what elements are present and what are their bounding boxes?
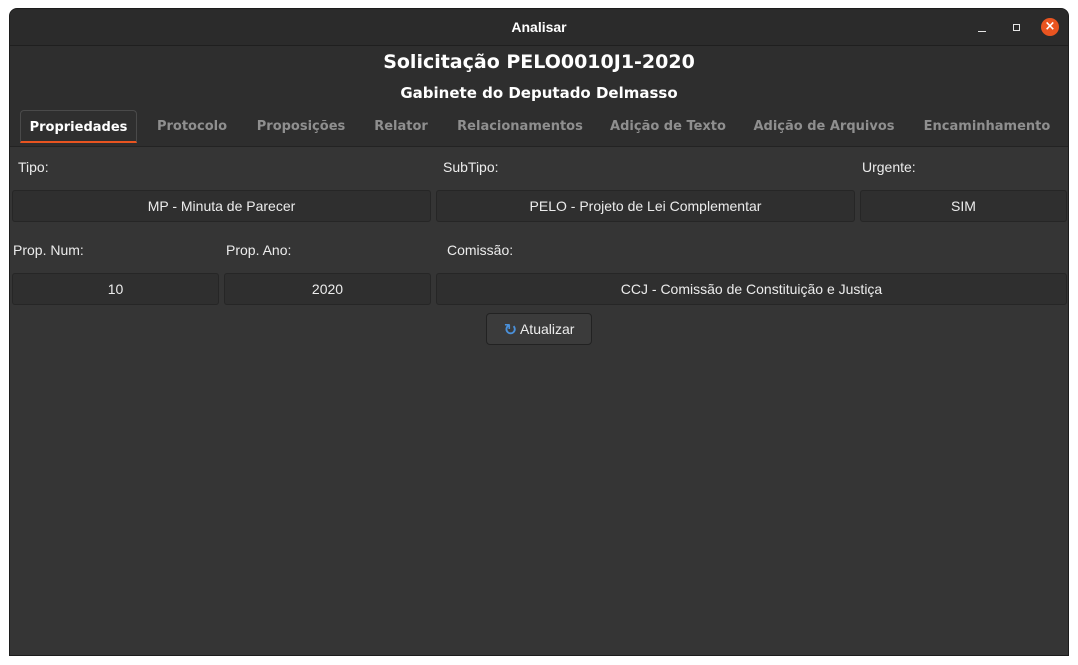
tab-relator[interactable]: Relator [366,110,436,143]
tab-propriedades[interactable]: Propriedades [20,110,137,143]
window-title: Analisar [511,19,567,35]
minimize-button[interactable] [973,18,991,36]
close-button[interactable]: × [1041,18,1059,36]
urgente-field[interactable]: SIM [860,190,1067,222]
urgente-label: Urgente: [862,159,916,175]
maximize-button[interactable] [1007,18,1025,36]
tab-bar: Propriedades Protocolo Proposições Relat… [10,108,1068,147]
maximize-icon [1012,23,1020,31]
tab-relacionamentos[interactable]: Relacionamentos [447,110,593,143]
close-icon: × [1044,19,1056,34]
title-bar[interactable]: Analisar × [10,9,1068,46]
prop-ano-field[interactable]: 2020 [224,273,431,305]
app-window: Analisar × Solicitação PELO0010J1-2020 G… [9,8,1069,656]
tipo-field[interactable]: MP - Minuta de Parecer [12,190,431,222]
tab-protocolo[interactable]: Protocolo [147,110,237,143]
tab-encaminhamento[interactable]: Encaminhamento [915,110,1059,143]
comissao-field[interactable]: CCJ - Comissão de Constituição e Justiça [436,273,1067,305]
request-header: Solicitação PELO0010J1-2020 Gabinete do … [10,46,1068,108]
refresh-button-label: Atualizar [519,321,575,337]
refresh-icon: ↻ [503,319,517,339]
page-title: Solicitação PELO0010J1-2020 [383,51,695,73]
tab-adicao-texto[interactable]: Adição de Texto [602,110,734,143]
prop-num-field[interactable]: 10 [12,273,219,305]
comissao-label: Comissão: [447,242,514,258]
prop-ano-label: Prop. Ano: [226,242,292,258]
refresh-button[interactable]: ↻ Atualizar [486,313,592,345]
prop-num-label: Prop. Num: [13,242,84,258]
tab-adicao-arquivos[interactable]: Adição de Arquivos [747,110,901,143]
subtipo-field[interactable]: PELO - Projeto de Lei Complementar [436,190,855,222]
minimize-icon [978,31,986,32]
tipo-label: Tipo: [18,159,49,175]
tab-proposicoes[interactable]: Proposições [247,110,355,143]
subtipo-label: SubTipo: [443,159,499,175]
page-subtitle: Gabinete do Deputado Delmasso [400,84,678,102]
